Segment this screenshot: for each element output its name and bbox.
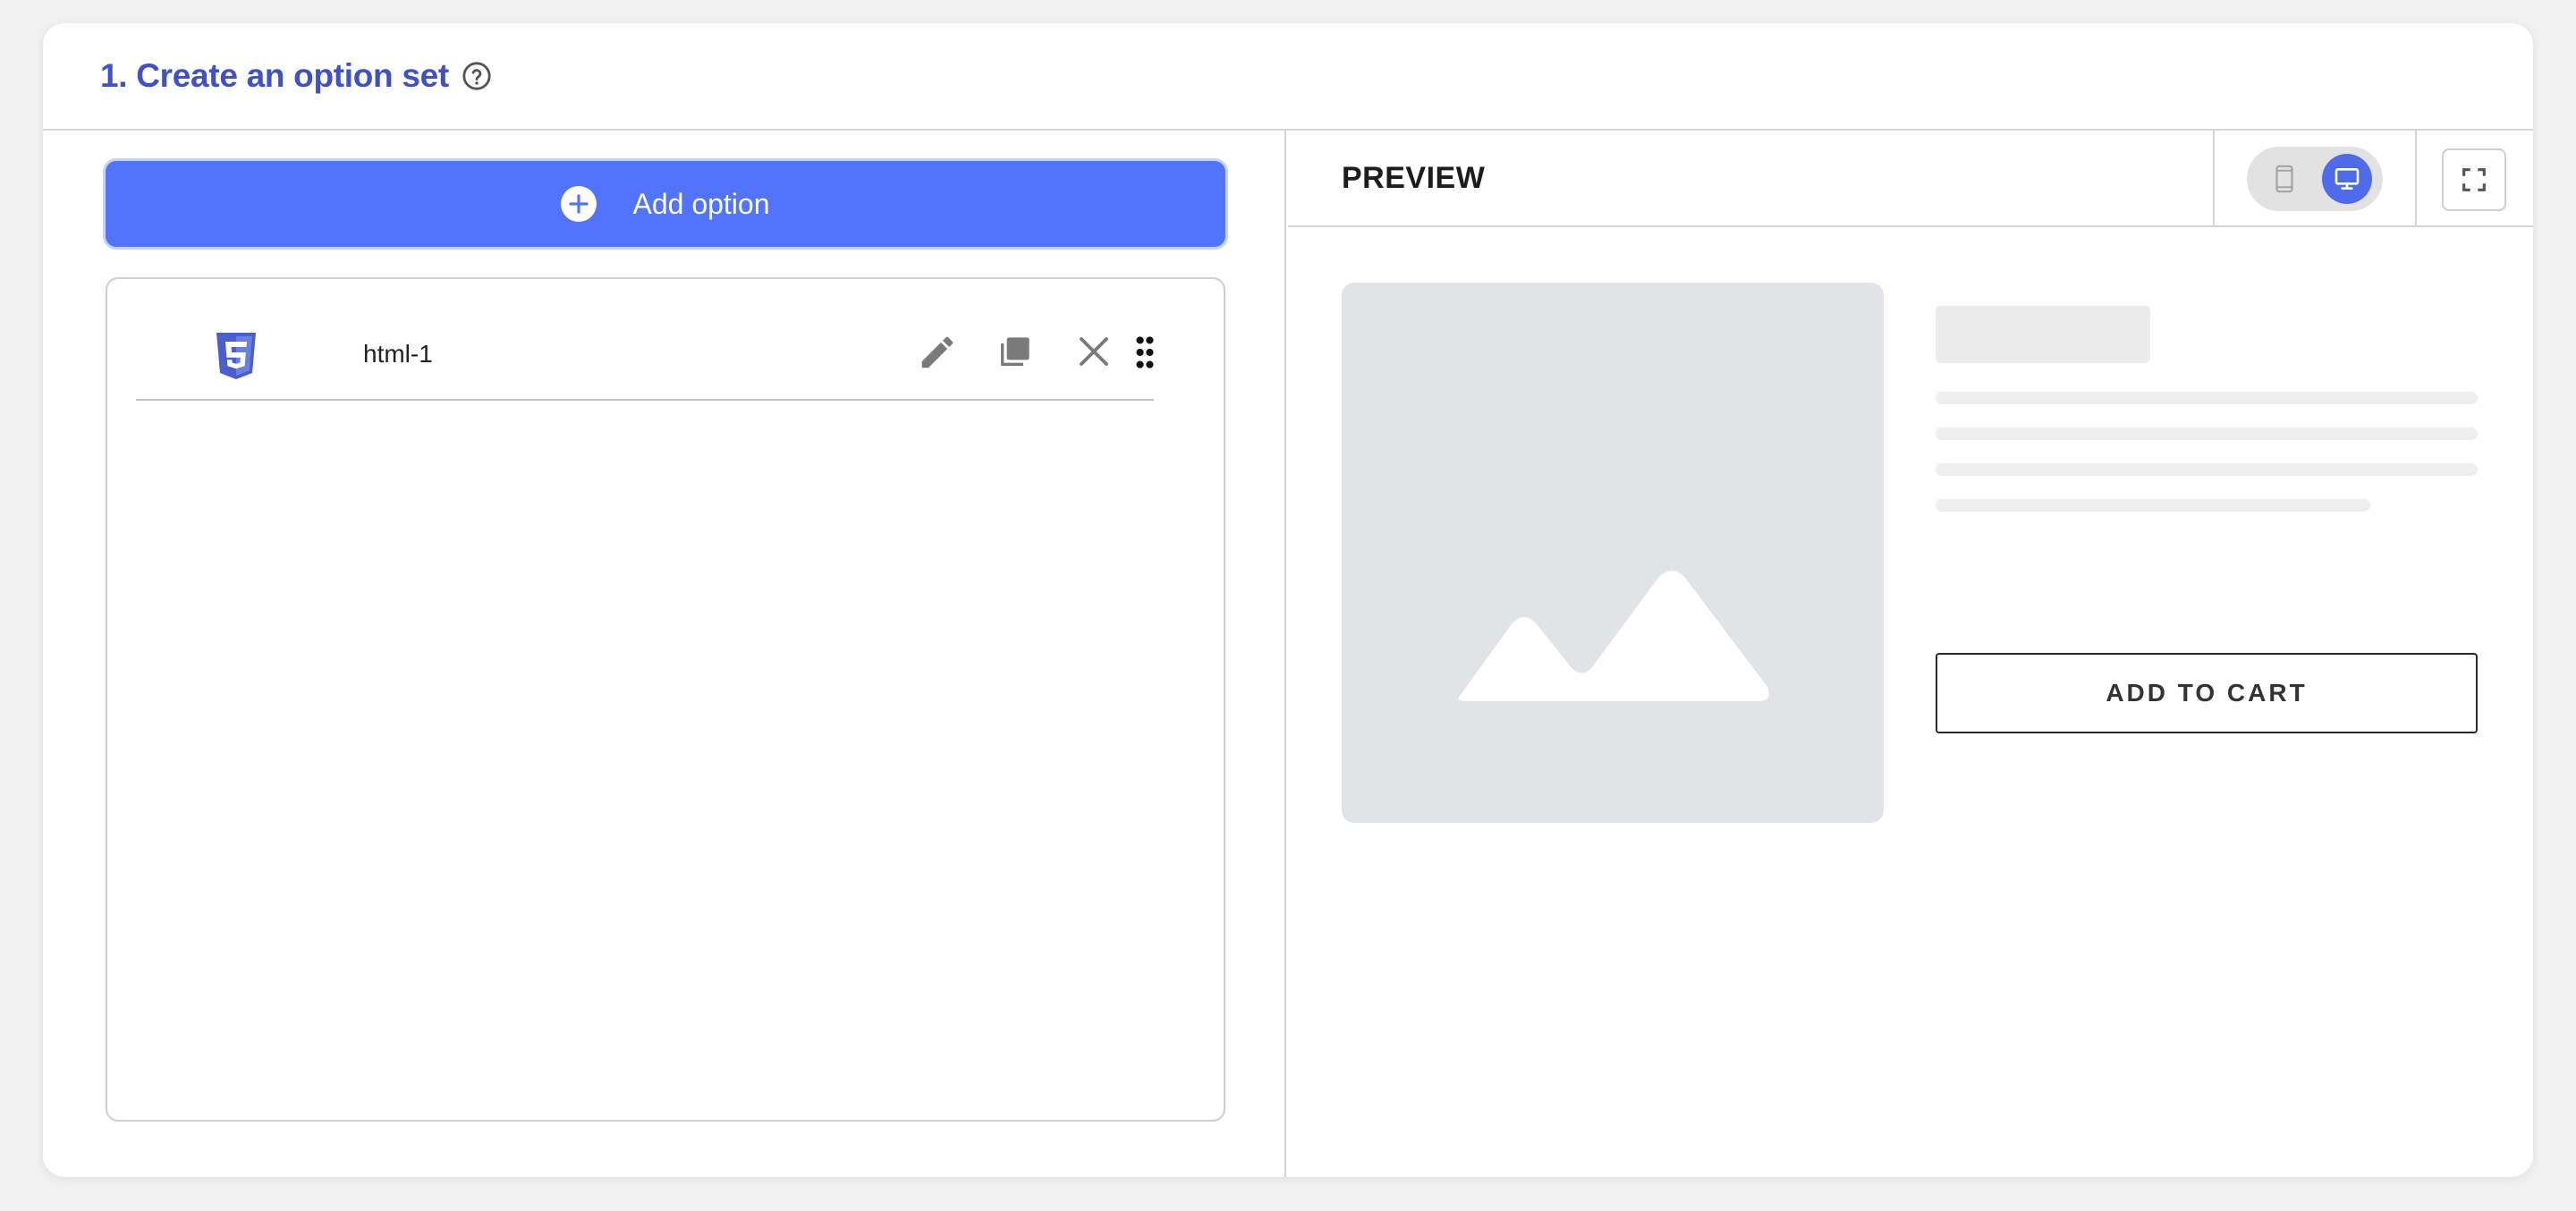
option-name: html-1 (363, 340, 433, 368)
text-skeleton (1936, 392, 2478, 404)
close-icon[interactable] (1073, 331, 1114, 372)
card-header: 1. Create an option set (43, 23, 2533, 131)
expand-icon[interactable] (2442, 148, 2506, 211)
options-list: html-1 (106, 277, 1225, 1122)
text-skeleton (1936, 499, 2370, 512)
page-title: 1. Create an option set (100, 57, 449, 94)
add-option-label: Add option (632, 187, 770, 220)
preview-pane: PREVIEW ADD TO CART (1288, 131, 2533, 1177)
option-set-card: 1. Create an option set Add option html-… (43, 23, 2533, 1177)
duplicate-icon[interactable] (995, 333, 1034, 372)
device-toggle (2247, 147, 2383, 211)
option-row[interactable]: html-1 (136, 306, 1154, 401)
preview-title: PREVIEW (1342, 161, 1486, 195)
text-skeleton (1936, 428, 2478, 440)
drag-handle-icon[interactable] (1129, 331, 1161, 374)
product-image-placeholder (1342, 283, 1884, 823)
title-skeleton (1936, 306, 2150, 363)
divider (2213, 131, 2215, 227)
text-skeleton (1936, 463, 2478, 476)
add-to-cart-button[interactable]: ADD TO CART (1936, 653, 2478, 733)
image-placeholder-icon (1458, 571, 1769, 701)
plus-circle-icon (561, 186, 597, 222)
edit-icon[interactable] (916, 331, 959, 374)
question-circle-icon[interactable] (462, 61, 492, 91)
add-option-button[interactable]: Add option (106, 161, 1225, 247)
desktop-icon[interactable] (2322, 154, 2372, 204)
divider (2415, 131, 2417, 227)
preview-header: PREVIEW (1288, 131, 2533, 227)
option-list-pane: Add option html-1 (43, 131, 1286, 1177)
mobile-icon[interactable] (2259, 154, 2309, 204)
html5-icon (215, 331, 258, 381)
